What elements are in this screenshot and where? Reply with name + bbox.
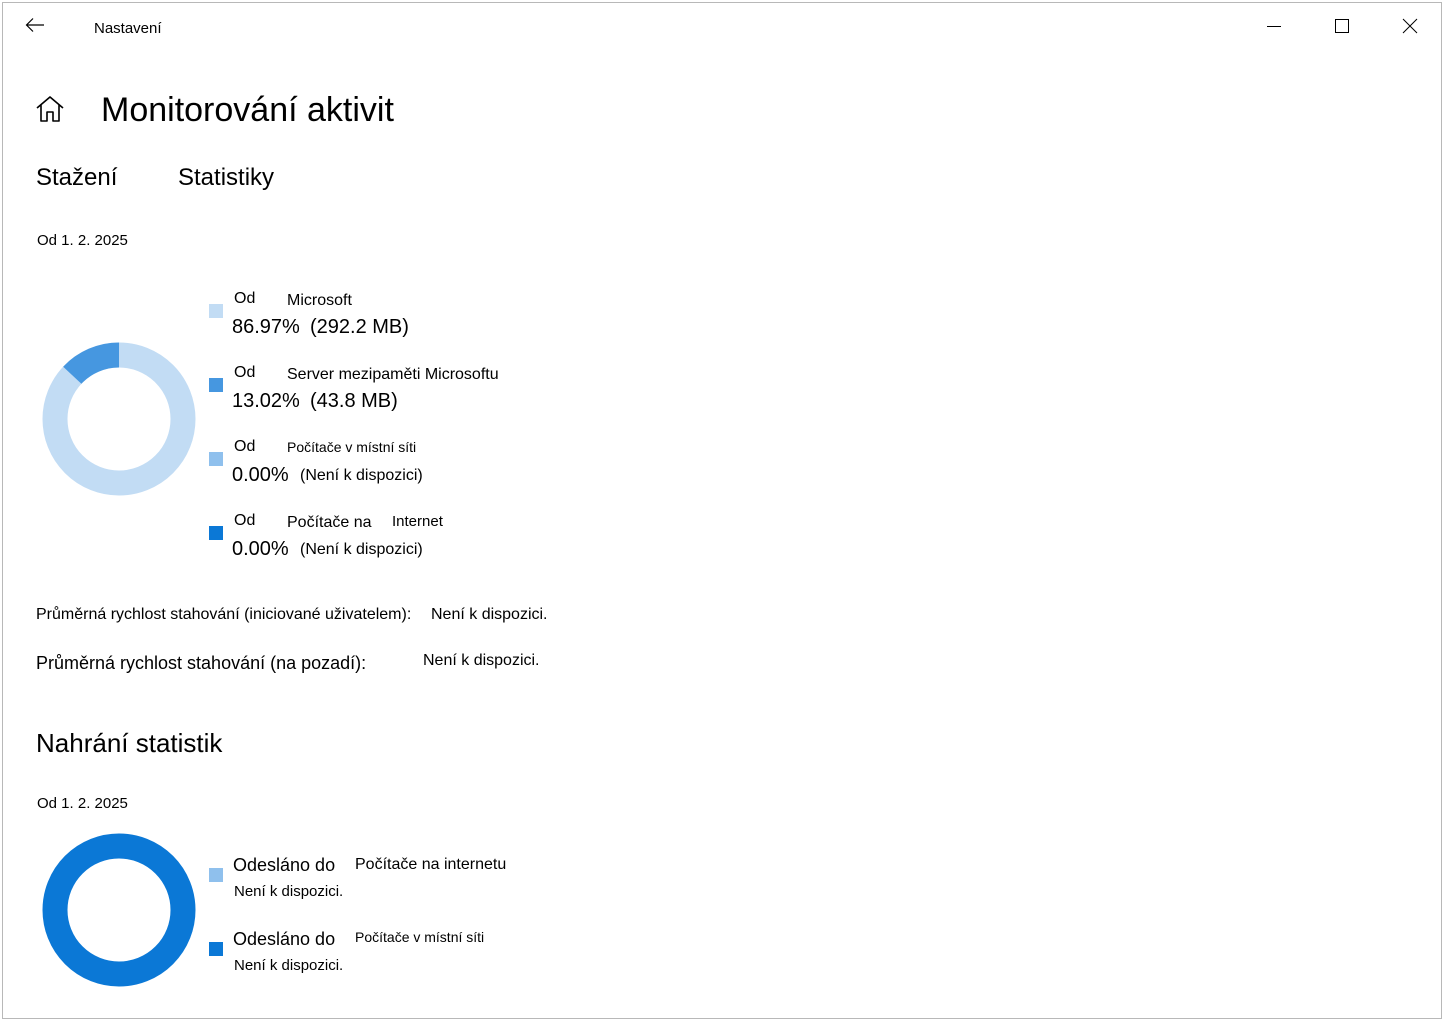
- upload-prefix: Odesláno do: [233, 929, 336, 949]
- legend-swatch-local-network: [209, 452, 223, 466]
- legend-source-cache-server: Server mezipaměti Microsoftu: [287, 366, 499, 383]
- upload-swatch-local-network: [209, 942, 223, 956]
- upload-section-title: Nahrání statistik: [36, 728, 223, 758]
- home-button[interactable]: [35, 95, 65, 128]
- legend-percent-cache-server: 13.02%: [232, 390, 300, 412]
- minimize-icon: [1267, 26, 1281, 27]
- download-donut-segments: [42, 342, 196, 496]
- legend-source-internet-b: Internet: [392, 513, 443, 530]
- legend-swatch-cache-server: [209, 378, 223, 392]
- legend-size-local-network: (Není k dispozici): [300, 467, 423, 484]
- download-donut-chart: [42, 342, 196, 496]
- arrow-left-icon: [25, 18, 44, 32]
- back-button[interactable]: [15, 9, 55, 41]
- legend-prefix: Od: [234, 290, 256, 307]
- download-since-date: Od 1. 2. 2025: [37, 232, 128, 249]
- upload-donut-ring: [42, 833, 196, 987]
- avg-speed-user-value: Není k dispozici.: [431, 606, 548, 623]
- maximize-button[interactable]: [1319, 10, 1365, 42]
- avg-speed-background-value: Není k dispozici.: [423, 652, 540, 669]
- page-title: Monitorování aktivit: [101, 91, 394, 129]
- minimize-button[interactable]: [1251, 10, 1297, 42]
- maximize-icon: [1335, 19, 1349, 33]
- legend-prefix: Od: [234, 512, 256, 529]
- home-icon: [36, 96, 64, 122]
- legend-size-microsoft: (292.2 MB): [310, 316, 409, 338]
- legend-prefix: Od: [234, 364, 256, 381]
- legend-source-local-network: Počítače v místní síti: [287, 439, 417, 455]
- legend-size-internet: (Není k dispozici): [300, 541, 423, 558]
- upload-target-local-network: Počítače v místní síti: [355, 929, 485, 945]
- legend-swatch-microsoft: [209, 304, 223, 318]
- legend-source-microsoft: Microsoft: [287, 292, 352, 309]
- upload-value-local-network: Není k dispozici.: [234, 957, 344, 974]
- legend-prefix: Od: [234, 438, 256, 455]
- close-button[interactable]: [1387, 10, 1433, 42]
- upload-since-date: Od 1. 2. 2025: [37, 795, 128, 812]
- upload-value-internet: Není k dispozici.: [234, 883, 344, 900]
- legend-percent-internet: 0.00%: [232, 538, 289, 560]
- legend-size-cache-server: (43.8 MB): [310, 390, 398, 412]
- upload-donut-chart: [42, 833, 196, 987]
- legend-percent-microsoft: 86.97%: [232, 316, 300, 338]
- legend-swatch-internet: [209, 526, 223, 540]
- legend-percent-local-network: 0.00%: [232, 464, 289, 486]
- window-title: Nastavení: [94, 20, 162, 37]
- legend-source-internet-a: Počítače na: [287, 514, 372, 531]
- avg-speed-background-label: Průměrná rychlost stahování (na pozadí):: [36, 653, 367, 673]
- close-icon: [1402, 18, 1418, 34]
- upload-prefix: Odesláno do: [233, 855, 336, 875]
- upload-target-internet: Počítače na internetu: [355, 856, 507, 873]
- settings-window: Nastavení Monitorování aktivit Stažení S…: [2, 2, 1442, 1019]
- tab-downloads[interactable]: Stažení: [36, 164, 117, 192]
- tab-statistics[interactable]: Statistiky: [178, 164, 274, 192]
- upload-swatch-internet: [209, 868, 223, 882]
- avg-speed-user-label: Průměrná rychlost stahování (iniciované …: [36, 606, 412, 623]
